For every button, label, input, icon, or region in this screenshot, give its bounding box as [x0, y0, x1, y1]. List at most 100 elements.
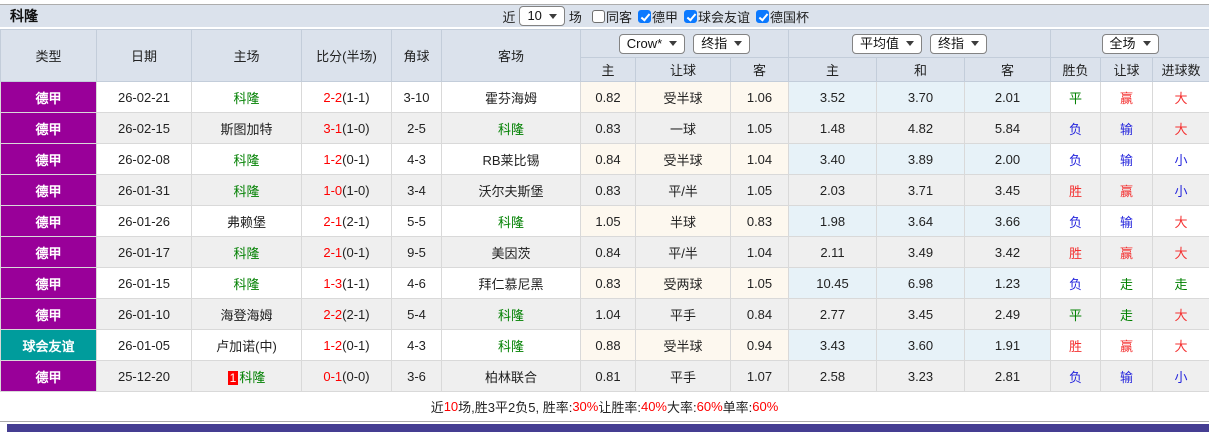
handicap-away-odds-cell: 1.05 — [731, 175, 789, 206]
europe-away-odds-cell: 2.01 — [965, 82, 1051, 113]
europe-draw-odds-cell: 3.45 — [877, 299, 965, 330]
score-cell: 3-1(1-0) — [302, 113, 392, 144]
league-filter-德国杯[interactable]: 德国杯 — [756, 7, 809, 26]
handicap-away-odds-cell: 0.94 — [731, 330, 789, 361]
halftime-score: (0-1) — [342, 152, 369, 167]
league-cell: 德甲 — [1, 113, 97, 144]
handicap-away-odds-cell: 1.05 — [731, 268, 789, 299]
europe-away-odds-cell: 2.81 — [965, 361, 1051, 392]
away-team-cell[interactable]: 科隆 — [442, 113, 581, 144]
result-wdl-cell: 胜 — [1051, 237, 1101, 268]
europe-away-odds-cell: 3.42 — [965, 237, 1051, 268]
home-team-name: 科隆 — [233, 153, 259, 168]
away-team-cell[interactable]: RB莱比锡 — [442, 144, 581, 175]
match-row: 德甲 26-02-15 斯图加特 3-1(1-0) 2-5 科隆 0.83 一球… — [1, 113, 1209, 144]
league-cell: 球会友谊 — [1, 330, 97, 361]
subheader-europe-draw: 和 — [877, 58, 965, 82]
checkbox-checked-icon[interactable] — [638, 10, 651, 23]
handicap-line-cell: 平/半 — [636, 237, 731, 268]
fulltime-score: 1-0 — [323, 183, 342, 198]
checkbox-checked-icon[interactable] — [684, 10, 697, 23]
europe-odds-stage-select[interactable]: 终指 — [930, 34, 987, 54]
away-team-cell[interactable]: 柏林联合 — [442, 361, 581, 392]
away-team-cell[interactable]: 沃尔夫斯堡 — [442, 175, 581, 206]
away-team-cell[interactable]: 拜仁慕尼黑 — [442, 268, 581, 299]
home-team-cell[interactable]: 科隆 — [192, 175, 302, 206]
date-cell: 26-01-17 — [97, 237, 192, 268]
result-goals-cell: 大 — [1153, 299, 1209, 330]
handicap-odds-stage-select[interactable]: 终指 — [693, 34, 750, 54]
europe-home-odds-cell: 1.98 — [789, 206, 877, 237]
away-team-cell[interactable]: 科隆 — [442, 330, 581, 361]
handicap-home-odds-cell: 0.88 — [581, 330, 636, 361]
europe-away-odds-cell: 2.49 — [965, 299, 1051, 330]
result-goals-cell: 大 — [1153, 82, 1209, 113]
home-team-cell[interactable]: 科隆 — [192, 237, 302, 268]
home-team-cell[interactable]: 科隆 — [192, 268, 302, 299]
match-row: 德甲 26-01-15 科隆 1-3(1-1) 4-6 拜仁慕尼黑 0.83 受… — [1, 268, 1209, 299]
corner-cell: 2-5 — [392, 113, 442, 144]
away-team-cell[interactable]: 科隆 — [442, 299, 581, 330]
bookmaker-select[interactable]: Crow* — [619, 34, 685, 54]
halftime-score: (0-1) — [342, 338, 369, 353]
subheader-europe-away: 客 — [965, 58, 1051, 82]
home-team-cell[interactable]: 斯图加特 — [192, 113, 302, 144]
subheader-result-goals: 进球数 — [1153, 58, 1209, 82]
away-team-cell[interactable]: 霍芬海姆 — [442, 82, 581, 113]
match-row: 德甲 25-12-20 1科隆 0-1(0-0) 3-6 柏林联合 0.81 平… — [1, 361, 1209, 392]
score-cell: 2-2(1-1) — [302, 82, 392, 113]
handicap-line-cell: 一球 — [636, 113, 731, 144]
handicap-away-odds-cell: 1.04 — [731, 237, 789, 268]
handicap-line-cell: 受半球 — [636, 144, 731, 175]
home-team-cell[interactable]: 1科隆 — [192, 361, 302, 392]
scope-select[interactable]: 全场 — [1102, 34, 1159, 54]
result-handicap-cell: 输 — [1101, 361, 1153, 392]
europe-draw-odds-cell: 3.60 — [877, 330, 965, 361]
filter-controls: 近 10 场 同客德甲球会友谊德国杯 — [502, 6, 809, 26]
home-team-cell[interactable]: 海登海姆 — [192, 299, 302, 330]
checkbox-unchecked-icon[interactable] — [592, 10, 605, 23]
corner-cell: 4-3 — [392, 330, 442, 361]
match-row: 球会友谊 26-01-05 卢加诺(中) 1-2(0-1) 4-3 科隆 0.8… — [1, 330, 1209, 361]
home-team-cell[interactable]: 卢加诺(中) — [192, 330, 302, 361]
match-row: 德甲 26-02-21 科隆 2-2(1-1) 3-10 霍芬海姆 0.82 受… — [1, 82, 1209, 113]
match-count-select[interactable]: 10 — [519, 6, 564, 26]
table-header: 类型 日期 主场 比分(半场) 角球 客场 Crow* 终指 平均值 终指 — [1, 30, 1209, 82]
result-handicap-cell: 赢 — [1101, 237, 1153, 268]
result-goals-cell: 大 — [1153, 237, 1209, 268]
europe-draw-odds-cell: 3.89 — [877, 144, 965, 175]
subheader-result-handicap: 让球 — [1101, 58, 1153, 82]
date-cell: 26-01-15 — [97, 268, 192, 299]
divider — [0, 421, 1209, 422]
home-team-cell[interactable]: 科隆 — [192, 82, 302, 113]
league-filter-德甲[interactable]: 德甲 — [638, 7, 678, 26]
fulltime-score: 2-2 — [323, 90, 342, 105]
result-goals-cell: 走 — [1153, 268, 1209, 299]
score-cell: 1-3(1-1) — [302, 268, 392, 299]
corner-cell: 4-6 — [392, 268, 442, 299]
match-history-table: 类型 日期 主场 比分(半场) 角球 客场 Crow* 终指 平均值 终指 — [0, 29, 1209, 392]
league-cell: 德甲 — [1, 206, 97, 237]
league-filter-同客[interactable]: 同客 — [592, 7, 632, 26]
summary-label: 单率: — [723, 397, 753, 416]
average-odds-select[interactable]: 平均值 — [852, 34, 922, 54]
halftime-score: (2-1) — [342, 214, 369, 229]
europe-home-odds-cell: 2.58 — [789, 361, 877, 392]
home-team-cell[interactable]: 科隆 — [192, 144, 302, 175]
away-team-cell[interactable]: 科隆 — [442, 206, 581, 237]
score-cell: 1-2(0-1) — [302, 330, 392, 361]
handicap-away-odds-cell: 1.04 — [731, 144, 789, 175]
checkbox-checked-icon[interactable] — [756, 10, 769, 23]
rank-badge: 1 — [228, 371, 239, 385]
handicap-line-cell: 平/半 — [636, 175, 731, 206]
fulltime-score: 1-2 — [323, 152, 342, 167]
league-filter-球会友谊[interactable]: 球会友谊 — [684, 7, 750, 26]
home-team-cell[interactable]: 弗赖堡 — [192, 206, 302, 237]
europe-draw-odds-cell: 3.49 — [877, 237, 965, 268]
europe-away-odds-cell: 3.66 — [965, 206, 1051, 237]
home-team-name: 科隆 — [233, 91, 259, 106]
corner-cell: 3-4 — [392, 175, 442, 206]
away-team-cell[interactable]: 美因茨 — [442, 237, 581, 268]
home-team-name: 科隆 — [233, 277, 259, 292]
summary-value: 60% — [752, 399, 778, 414]
